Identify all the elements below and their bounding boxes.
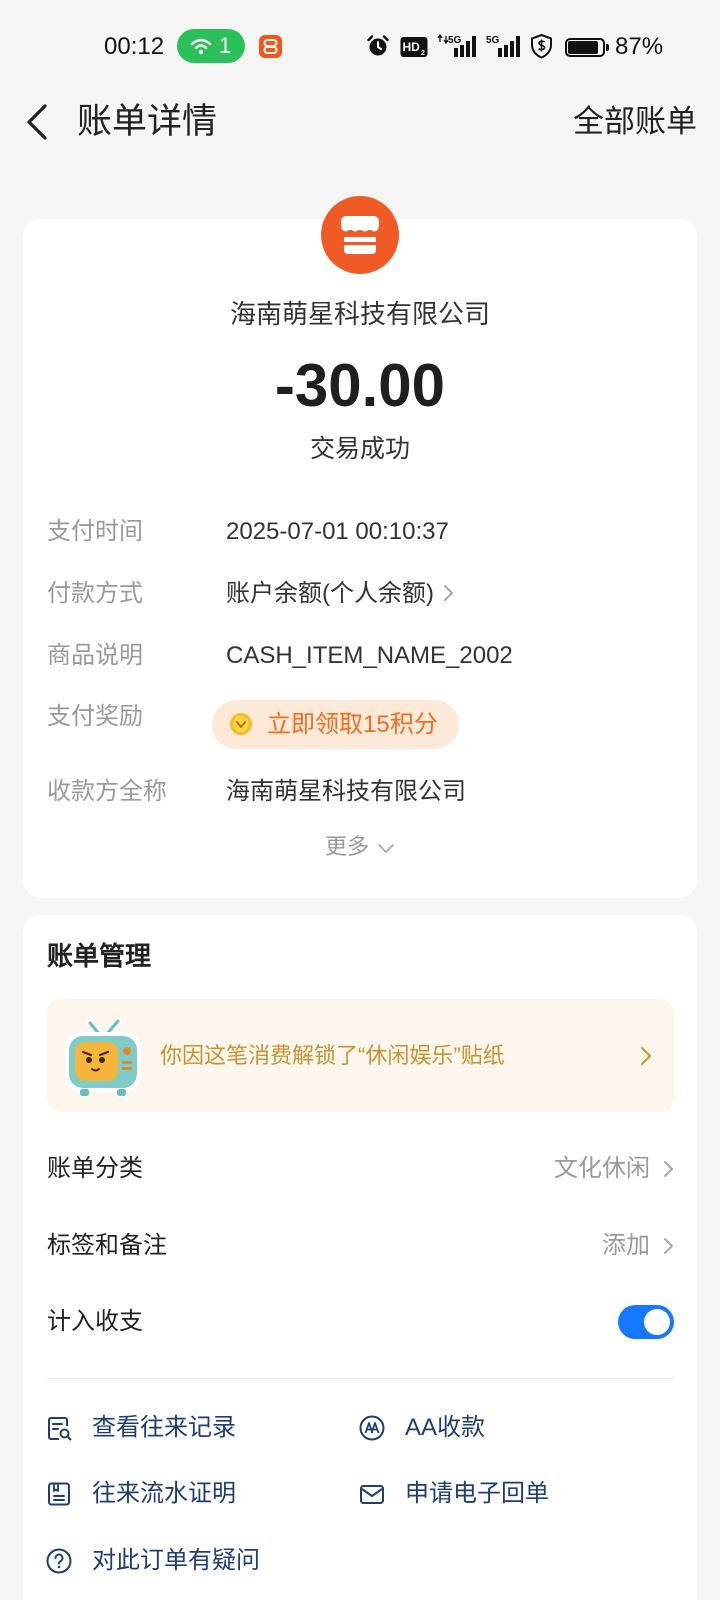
pay-method-link[interactable]: 账户余额(个人余额)	[226, 578, 454, 610]
detail-label-pay-method: 付款方式	[47, 580, 143, 607]
claim-points-button[interactable]: 立即领取15积分	[212, 700, 459, 749]
statement-proof-label: 往来流水证明	[92, 1480, 236, 1507]
battery-level	[568, 41, 598, 54]
more-toggle[interactable]: 更多	[23, 833, 697, 861]
aa-collect-icon	[359, 1415, 385, 1441]
tags-notes-row[interactable]: 标签和备注 添加	[23, 1222, 697, 1270]
sticker-banner-text: 你因这笔消费解锁了“休闲娱乐”贴纸	[160, 1043, 505, 1068]
bill-management-card: 账单管理 你因这笔消费解锁了“休闲娱乐”贴纸 账单分类 文化休闲 标签和备注 添…	[23, 915, 697, 1600]
all-bills-link[interactable]: 全部账单	[573, 103, 697, 141]
status-time: 00:12	[104, 33, 165, 60]
statement-proof-button[interactable]: 往来流水证明	[46, 1478, 336, 1510]
sticker-banner[interactable]: 你因这笔消费解锁了“休闲娱乐”贴纸	[47, 999, 674, 1112]
question-icon	[46, 1548, 72, 1574]
include-in-stats-toggle[interactable]	[618, 1305, 674, 1339]
section-title: 账单管理	[47, 941, 152, 971]
tv-sticker-icon	[65, 1017, 141, 1096]
battery-icon	[565, 38, 609, 57]
header: 账单详情 全部账单	[0, 84, 720, 164]
detail-label-pay-reward: 支付奖励	[47, 703, 143, 730]
detail-label-payee: 收款方全称	[47, 778, 167, 805]
chevron-left-icon[interactable]	[24, 102, 54, 142]
order-question-button[interactable]: 对此订单有疑问	[46, 1545, 336, 1577]
chevron-right-icon	[664, 1238, 673, 1254]
view-records-label: 查看往来记录	[92, 1414, 236, 1441]
trade-status: 交易成功	[309, 435, 410, 463]
alarm-icon	[367, 35, 389, 56]
page-title: 账单详情	[77, 102, 218, 141]
coin-icon	[230, 713, 252, 735]
battery-percent: 87%	[615, 33, 664, 60]
order-question-label: 对此订单有疑问	[92, 1547, 260, 1574]
chevron-down-icon	[378, 844, 394, 853]
bill-amount: -30.00	[274, 352, 446, 419]
view-records-button[interactable]: 查看往来记录	[46, 1412, 336, 1444]
status-bar: 00:12 1 HD 2 5G 5G 87%	[0, 0, 720, 80]
app-notification-icon	[259, 35, 282, 58]
bill-detail-screen: 00:12 1 HD 2 5G 5G 87% 账单详情 全部账单 海南萌星科技有…	[0, 0, 720, 1600]
record-search-icon	[48, 1417, 72, 1441]
hotspot-count: 1	[219, 33, 232, 58]
hotspot-icon	[190, 38, 212, 55]
hd-sub-label: 2	[421, 50, 425, 57]
detail-value-pay-time: 2025-07-01 00:10:37	[226, 518, 449, 545]
aa-collect-label: AA收款	[405, 1414, 486, 1441]
tags-notes-label: 标签和备注	[47, 1232, 167, 1259]
mail-icon	[360, 1485, 384, 1504]
hd-label: HD	[403, 40, 421, 54]
store-icon	[321, 196, 399, 274]
statement-document-icon	[48, 1482, 70, 1506]
bill-category-row[interactable]: 账单分类 文化休闲	[23, 1145, 697, 1193]
chevron-right-icon	[664, 1161, 673, 1177]
bill-category-label: 账单分类	[47, 1155, 143, 1182]
divider	[47, 1378, 674, 1379]
shield-icon	[531, 33, 552, 59]
sim1-network-label: 5G	[448, 35, 462, 46]
bill-summary-card: 海南萌星科技有限公司 -30.00 交易成功 支付时间 2025-07-01 0…	[23, 196, 697, 898]
detail-value-payee: 海南萌星科技有限公司	[226, 778, 466, 805]
chevron-right-icon	[641, 1047, 651, 1065]
more-label: 更多	[324, 834, 369, 859]
signal-icon: 5G	[486, 35, 520, 57]
tags-notes-value: 添加	[602, 1232, 650, 1259]
detail-value-item-desc: CASH_ITEM_NAME_2002	[226, 642, 513, 669]
chevron-right-icon	[443, 584, 453, 601]
e-receipt-label: 申请电子回单	[405, 1480, 549, 1507]
aa-collect-button[interactable]: AA收款	[359, 1412, 649, 1444]
detail-label-pay-time: 支付时间	[47, 518, 143, 545]
hotspot-pill: 1	[177, 29, 245, 63]
bill-category-value: 文化休闲	[554, 1155, 650, 1182]
hd-volte-icon: HD 2	[400, 37, 428, 57]
detail-value-pay-method: 账户余额(个人余额)	[226, 580, 434, 607]
toggle-knob	[644, 1309, 670, 1335]
claim-points-label: 立即领取15积分	[267, 711, 438, 738]
e-receipt-button[interactable]: 申请电子回单	[359, 1478, 649, 1510]
merchant-name: 海南萌星科技有限公司	[229, 299, 490, 329]
sim2-network-label: 5G	[486, 35, 500, 46]
include-in-stats-label: 计入收支	[47, 1308, 143, 1335]
detail-label-item-desc: 商品说明	[47, 642, 143, 669]
signal-icon: 5G	[437, 33, 476, 57]
